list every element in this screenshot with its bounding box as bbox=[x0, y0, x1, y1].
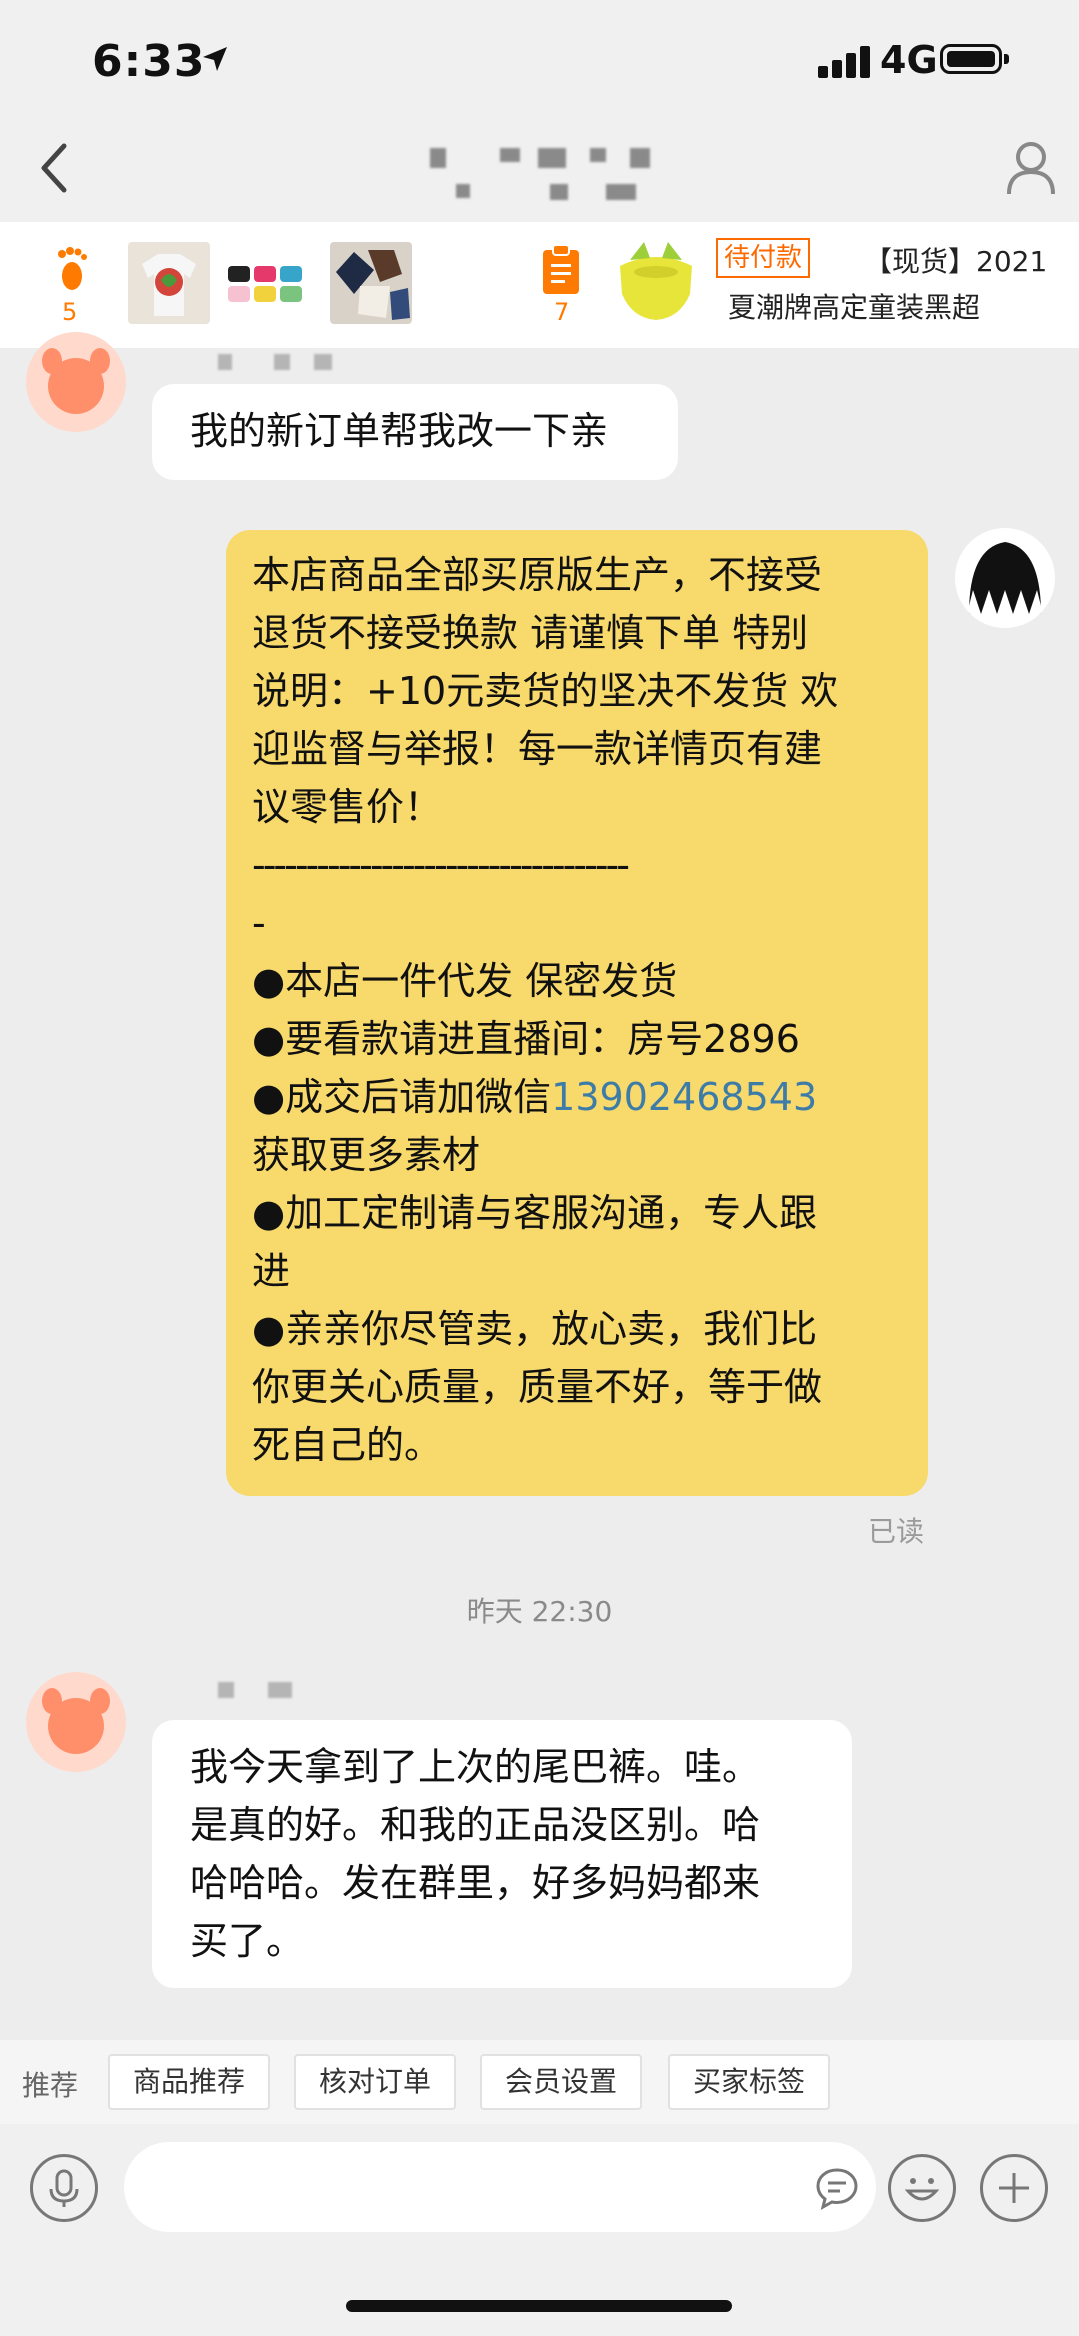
input-bar bbox=[0, 2124, 1079, 2336]
chat-header bbox=[0, 118, 1079, 222]
message-line: 哈哈哈。发在群里，好多妈妈都来 bbox=[190, 1861, 761, 1905]
message-line: ●本店一件代发 保密发货 bbox=[252, 959, 678, 1003]
message-timestamp: 昨天 22:30 bbox=[466, 1595, 613, 1628]
message-line: 死自己的。 bbox=[252, 1423, 443, 1467]
orders-count: 7 bbox=[554, 298, 570, 326]
message-line: 获取更多素材 bbox=[252, 1133, 481, 1177]
message-bubble-customer[interactable]: 我的新订单帮我改一下亲 bbox=[152, 384, 678, 480]
read-receipt: 已读 bbox=[868, 1515, 925, 1548]
message-line: 说明：+10元卖货的坚决不发货 欢 bbox=[252, 669, 839, 713]
message-line: 买了。 bbox=[190, 1919, 305, 1963]
product-title-line1[interactable]: 【现货】2021 bbox=[864, 240, 1047, 280]
message-bubble-shop[interactable]: 本店商品全部买原版生产，不接受 退货不接受换款 请谨慎下单 特别 说明：+10元… bbox=[226, 530, 928, 1496]
battery-icon bbox=[940, 44, 1009, 74]
message-line: 进 bbox=[252, 1249, 291, 1293]
chat-bubble-icon[interactable] bbox=[814, 2166, 860, 2210]
customer-name-blurred bbox=[218, 1682, 308, 1700]
home-indicator bbox=[346, 2300, 732, 2312]
shortcut-label: 推荐 bbox=[22, 2069, 79, 2102]
signal-icon bbox=[818, 44, 878, 78]
message-line: 退货不接受换款 请谨慎下单 特别 bbox=[252, 611, 809, 655]
message-line: 本店商品全部买原版生产，不接受 bbox=[252, 553, 823, 597]
product-image[interactable] bbox=[610, 236, 702, 328]
location-arrow-icon bbox=[203, 47, 227, 71]
message-line: 我今天拿到了上次的尾巴裤。哇。 bbox=[190, 1745, 761, 1789]
shortcut-buyer-tags[interactable]: 买家标签 bbox=[668, 2054, 830, 2110]
microphone-icon[interactable] bbox=[30, 2154, 98, 2222]
message-divider: - bbox=[252, 901, 266, 945]
message-input[interactable] bbox=[124, 2142, 876, 2232]
message-line: ●要看款请进直播间：房号2896 bbox=[252, 1017, 800, 1061]
product-thumbnail-1[interactable] bbox=[128, 242, 210, 324]
chevron-left-icon[interactable] bbox=[32, 138, 78, 198]
shortcut-check-order[interactable]: 核对订单 bbox=[294, 2054, 456, 2110]
footprint-count: 5 bbox=[62, 298, 78, 326]
message-line: 是真的好。和我的正品没区别。哈 bbox=[190, 1803, 761, 1847]
message-text: 我的新订单帮我改一下亲 bbox=[190, 409, 609, 453]
plus-icon[interactable] bbox=[980, 2154, 1048, 2222]
product-thumbnail-2[interactable] bbox=[224, 242, 306, 324]
network-type: 4G bbox=[880, 38, 938, 82]
message-line: 你更关心质量，质量不好，等于做 bbox=[252, 1365, 823, 1409]
product-thumbnail-3[interactable] bbox=[330, 242, 412, 324]
smiley-icon[interactable] bbox=[888, 2154, 956, 2222]
status-time: 6:33 bbox=[92, 36, 206, 87]
message-line: 议零售价！ bbox=[252, 785, 443, 829]
message-bubble-customer[interactable]: 我今天拿到了上次的尾巴裤。哇。 是真的好。和我的正品没区别。哈 哈哈哈。发在群里… bbox=[152, 1720, 852, 1988]
footprint-icon[interactable] bbox=[54, 246, 90, 292]
status-badge: 待付款 bbox=[716, 238, 811, 278]
customer-avatar[interactable] bbox=[26, 332, 126, 432]
message-line: ●加工定制请与客服沟通，专人跟 bbox=[252, 1191, 818, 1235]
wechat-label: ●成交后请加微信 bbox=[252, 1075, 552, 1119]
message-divider: ----------------------------------- bbox=[252, 843, 630, 887]
product-strip: 5 7 待付款 【现货】2021 夏潮牌高定童装黑超 bbox=[0, 222, 1079, 348]
phone-number-link[interactable]: 13902468543 bbox=[551, 1075, 817, 1119]
customer-name-blurred bbox=[218, 354, 338, 372]
message-line: ●成交后请加微信13902468543 bbox=[252, 1068, 902, 1126]
status-bar: 6:33 4G bbox=[0, 0, 1079, 118]
message-line: 迎监督与举报！每一款详情页有建 bbox=[252, 727, 823, 771]
person-icon[interactable] bbox=[1006, 140, 1056, 196]
contact-name-blurred bbox=[430, 148, 670, 208]
shortcut-product-recommend[interactable]: 商品推荐 bbox=[108, 2054, 270, 2110]
shortcut-member-settings[interactable]: 会员设置 bbox=[480, 2054, 642, 2110]
shop-avatar[interactable] bbox=[955, 528, 1055, 628]
shortcut-bar: 推荐 商品推荐 核对订单 会员设置 买家标签 bbox=[0, 2040, 1079, 2124]
shop-logo-icon bbox=[967, 542, 1043, 614]
product-title-line2[interactable]: 夏潮牌高定童装黑超 bbox=[728, 286, 980, 326]
clipboard-icon[interactable] bbox=[540, 242, 582, 296]
message-line: ●亲亲你尽管卖，放心卖，我们比 bbox=[252, 1307, 818, 1351]
customer-avatar[interactable] bbox=[26, 1672, 126, 1772]
